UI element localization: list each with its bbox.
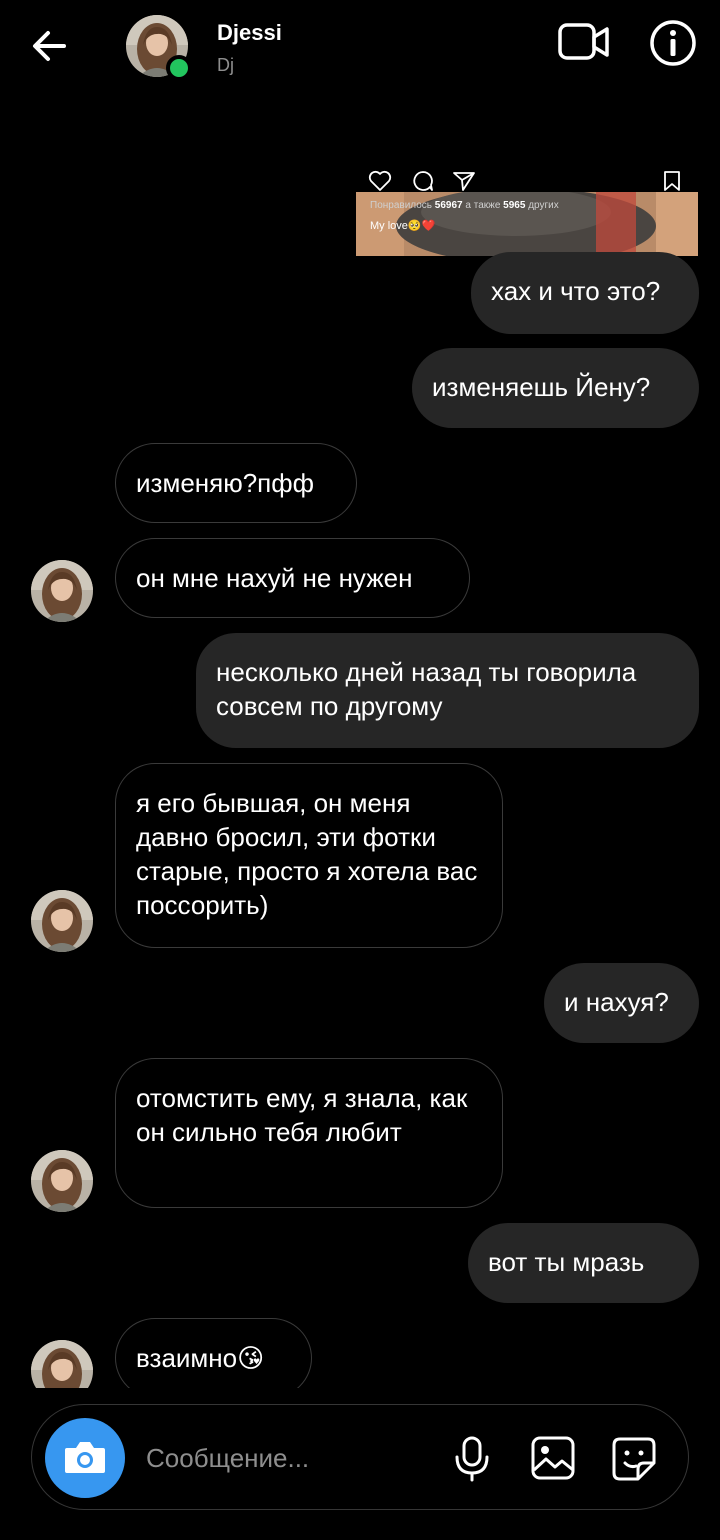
contact-name[interactable]: Djessi [217,20,282,46]
likes-count: 56967 [434,200,463,211]
info-button[interactable] [648,18,698,68]
message-bubble-outgoing[interactable]: вот ты мразь [468,1223,699,1303]
camera-button[interactable] [45,1418,125,1498]
likes-suffix: других [525,200,559,211]
arrow-left-icon [33,31,66,61]
info-icon [650,20,696,66]
message-bubble-incoming[interactable]: я его бывшая, он меня давно бросил, эти … [115,763,503,948]
message-bubble-incoming[interactable]: взаимно😘 [115,1318,312,1388]
contact-avatar[interactable] [126,15,192,81]
camera-icon [65,1442,105,1473]
video-call-button[interactable] [556,18,612,66]
message-bubble-outgoing[interactable]: несколько дней назад ты говорила совсем … [196,633,699,748]
message-input[interactable] [146,1435,426,1481]
heart-icon[interactable] [368,170,392,192]
sender-avatar[interactable] [31,890,93,952]
video-camera-icon [558,23,609,60]
sender-avatar[interactable] [31,1340,93,1388]
sticker-button[interactable] [610,1435,658,1483]
sender-avatar[interactable] [31,1150,93,1212]
likes-middle: а также [462,200,504,211]
comment-icon[interactable] [411,170,435,192]
sender-avatar[interactable] [31,560,93,622]
message-bubble-incoming[interactable]: отомстить ему, я знала, как он сильно те… [115,1058,503,1208]
message-bubble-outgoing[interactable]: хах и что это? [471,252,699,334]
post-caption: My love🥺❤️ [370,220,436,232]
message-bubble-outgoing[interactable]: изменяешь Йену? [412,348,699,428]
online-status-indicator [166,55,192,81]
likes-prefix: Понравилось [370,200,435,211]
post-likes: Понравилось 56967 а также 5965 других [370,200,559,211]
message-bubble-outgoing[interactable]: и нахуя? [544,963,699,1043]
sticker-icon [612,1437,656,1481]
others-count: 5965 [503,200,526,211]
microphone-icon [455,1436,489,1482]
gallery-button[interactable] [530,1435,576,1481]
voice-message-button[interactable] [452,1435,492,1483]
message-bubble-incoming[interactable]: он мне нахуй не нужен [115,538,470,618]
message-thread[interactable]: Понравилось 56967 а также 5965 других My… [0,96,720,1388]
message-composer [31,1404,689,1510]
contact-username: Dj [217,55,234,75]
message-bubble-incoming[interactable]: изменяю?пфф [115,443,357,523]
back-button[interactable] [26,22,74,70]
image-icon [531,1436,575,1480]
bookmark-icon[interactable] [662,170,682,192]
chat-header: Djessi Dj [0,0,720,96]
share-icon[interactable] [452,170,476,192]
